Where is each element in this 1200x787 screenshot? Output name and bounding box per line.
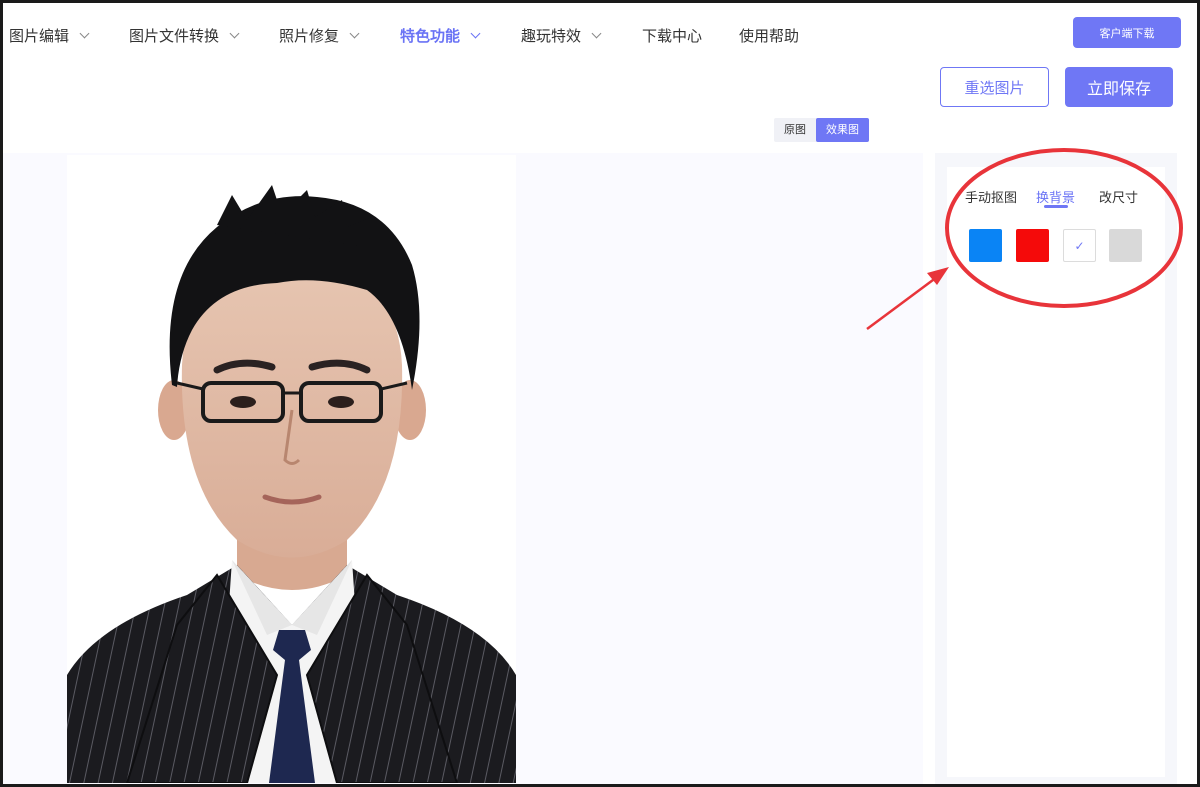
client-download-button[interactable]: 客户端下载 (1073, 17, 1181, 48)
nav-item-file-convert[interactable]: 图片文件转换 (129, 25, 240, 46)
nav-item-download-center[interactable]: 下载中心 (642, 25, 702, 46)
tab-resize[interactable]: 改尺寸 (1099, 187, 1138, 206)
nav-item-features[interactable]: 特色功能 (400, 25, 481, 46)
top-navigation: 图片编辑 图片文件转换 照片修复 特色功能 趣玩特效 下载中心 使用帮助 客户端… (3, 3, 1197, 69)
chevron-down-icon (591, 28, 602, 39)
portrait-illustration (67, 155, 516, 783)
toggle-result[interactable]: 效果图 (816, 118, 869, 142)
tab-change-background[interactable]: 换背景 (1036, 187, 1075, 206)
nav-item-label: 趣玩特效 (521, 27, 582, 45)
check-icon: ✓ (1074, 238, 1085, 253)
nav-item-image-edit[interactable]: 图片编辑 (9, 25, 90, 46)
nav-item-label: 图片文件转换 (129, 27, 220, 45)
view-toggle: 原图 效果图 (774, 118, 869, 142)
nav-item-label: 使用帮助 (739, 27, 800, 45)
nav-item-label: 特色功能 (400, 27, 461, 45)
nav-item-label: 图片编辑 (9, 27, 70, 45)
chevron-down-icon (229, 28, 240, 39)
chevron-down-icon (349, 28, 360, 39)
tab-manual-cutout[interactable]: 手动抠图 (965, 187, 1017, 206)
nav-item-fun-effects[interactable]: 趣玩特效 (521, 25, 602, 46)
chevron-down-icon (470, 28, 481, 39)
active-tab-indicator (1044, 205, 1068, 208)
save-now-button[interactable]: 立即保存 (1065, 67, 1173, 107)
chevron-down-icon (79, 28, 90, 39)
nav-item-label: 下载中心 (642, 27, 703, 45)
portrait-photo (67, 155, 516, 783)
nav-item-photo-restore[interactable]: 照片修复 (279, 25, 360, 46)
swatch-red[interactable] (1016, 229, 1049, 262)
swatch-white[interactable]: ✓ (1063, 229, 1096, 262)
reselect-image-button[interactable]: 重选图片 (940, 67, 1049, 107)
nav-item-label: 照片修复 (279, 27, 340, 45)
nav-item-help[interactable]: 使用帮助 (739, 25, 799, 46)
app-frame: 图片编辑 图片文件转换 照片修复 特色功能 趣玩特效 下载中心 使用帮助 客户端… (0, 0, 1200, 787)
swatch-blue[interactable] (969, 229, 1002, 262)
toggle-original[interactable]: 原图 (774, 118, 816, 142)
swatch-light-gray[interactable] (1109, 229, 1142, 262)
